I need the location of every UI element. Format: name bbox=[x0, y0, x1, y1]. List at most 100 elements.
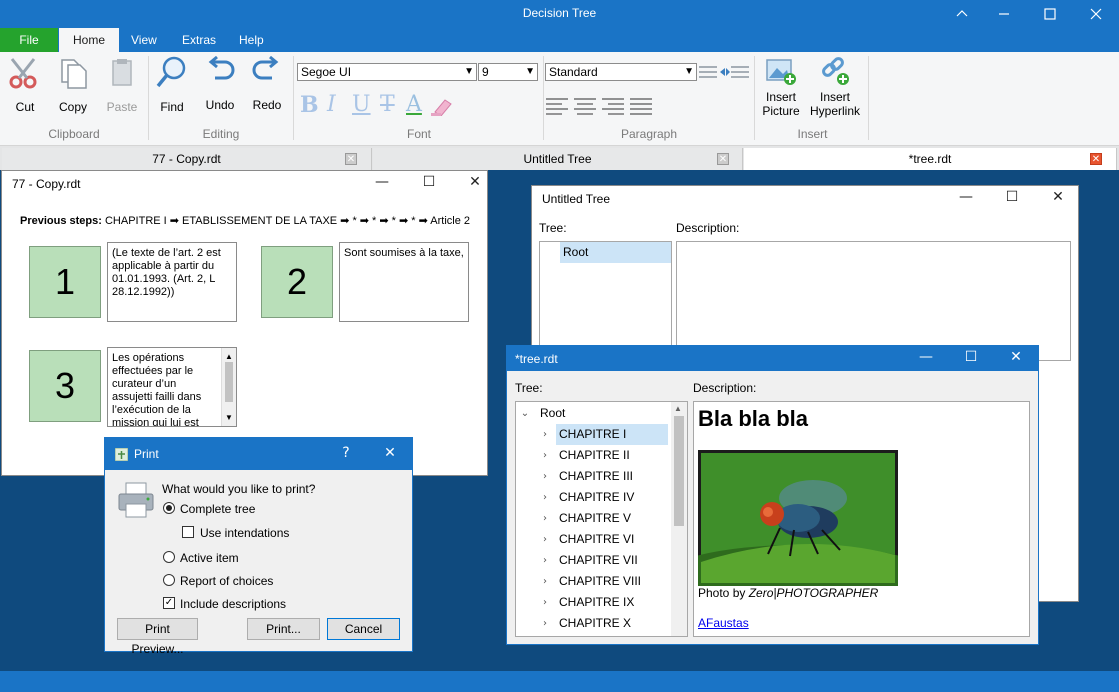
strikethrough-button[interactable]: T bbox=[380, 92, 395, 117]
paragraph-align-icons[interactable] bbox=[546, 96, 652, 116]
description-view[interactable]: Bla bla bla Photo by Zero|PHOTOGRAPHER A… bbox=[693, 401, 1030, 637]
highlighter-icon[interactable] bbox=[431, 96, 459, 116]
menu-file[interactable]: File bbox=[0, 28, 58, 52]
tree-view[interactable]: Root bbox=[539, 241, 672, 361]
chevron-down-icon[interactable]: ⌄ bbox=[519, 403, 531, 424]
tree-node-chapter[interactable]: › CHAPITRE VII bbox=[516, 550, 671, 571]
close-button[interactable]: ✕ bbox=[460, 174, 490, 190]
chevron-right-icon[interactable]: › bbox=[539, 571, 551, 592]
tree-node-label: CHAPITRE II bbox=[559, 448, 630, 462]
close-button[interactable]: ✕ bbox=[1001, 349, 1031, 365]
chevron-right-icon[interactable]: › bbox=[539, 508, 551, 529]
active-item-label[interactable]: Active item bbox=[180, 551, 239, 565]
menu-extras[interactable]: Extras bbox=[170, 28, 228, 52]
close-tab-icon[interactable]: ✕ bbox=[717, 153, 729, 165]
print-button[interactable]: Print... bbox=[247, 618, 320, 640]
radio-active-item[interactable] bbox=[163, 551, 175, 563]
scroll-thumb[interactable] bbox=[225, 362, 233, 402]
checkbox-include-descriptions[interactable]: ✓ bbox=[163, 597, 175, 609]
tree-node-root[interactable]: ⌄ Root bbox=[516, 403, 671, 424]
doc-tab-copy[interactable]: 77 - Copy.rdt ✕ bbox=[2, 148, 372, 170]
font-size-select[interactable]: 9 ▼ bbox=[478, 63, 538, 81]
copy-button[interactable]: Copy bbox=[52, 56, 94, 114]
choice-text-3[interactable]: Les opérations effectuées par le curateu… bbox=[107, 347, 237, 427]
list-indent-icon[interactable] bbox=[699, 64, 749, 80]
close-button[interactable]: ✕ bbox=[1043, 189, 1073, 205]
minimize-button[interactable]: — bbox=[911, 349, 941, 365]
find-button[interactable]: Find bbox=[153, 54, 191, 114]
tree-node-chapter[interactable]: › CHAPITRE III bbox=[516, 466, 671, 487]
font-family-select[interactable]: Segoe UI ▼ bbox=[297, 63, 477, 81]
redo-button[interactable]: Redo bbox=[248, 56, 286, 112]
tree-view[interactable]: ⌄ Root › CHAPITRE I › CHAPITRE II › CHAPITRE … bbox=[515, 401, 688, 637]
minimize-button[interactable]: — bbox=[951, 189, 981, 205]
choice-number-3[interactable]: 3 bbox=[29, 350, 101, 422]
tree-node-chapter[interactable]: › CHAPITRE IX bbox=[516, 592, 671, 613]
menu-help[interactable]: Help bbox=[227, 28, 276, 52]
close-button[interactable]: ✕ bbox=[375, 445, 405, 461]
scroll-down-icon[interactable]: ▼ bbox=[225, 411, 233, 424]
close-tab-icon[interactable]: ✕ bbox=[345, 153, 357, 165]
description-area[interactable] bbox=[676, 241, 1071, 361]
choice-number-1[interactable]: 1 bbox=[29, 246, 101, 318]
tree-node-chapter[interactable]: › CHAPITRE X bbox=[516, 613, 671, 634]
radio-complete-tree[interactable] bbox=[163, 502, 175, 514]
doc-tab-tree[interactable]: *tree.rdt ✕ bbox=[744, 148, 1117, 170]
tree-node-chapter[interactable]: › CHAPITRE V bbox=[516, 508, 671, 529]
chevron-right-icon[interactable]: › bbox=[539, 592, 551, 613]
checkbox-use-intendations[interactable] bbox=[182, 526, 194, 538]
tree-node-chapter[interactable]: › CHAPITRE I bbox=[516, 424, 671, 445]
tree-node-chapter[interactable]: › CHAPITRE IV bbox=[516, 487, 671, 508]
report-of-choices-label[interactable]: Report of choices bbox=[180, 574, 273, 588]
italic-button[interactable]: I bbox=[327, 92, 336, 117]
scroll-thumb[interactable] bbox=[674, 416, 684, 526]
menu-home[interactable]: Home bbox=[59, 28, 119, 52]
chevron-right-icon[interactable]: › bbox=[539, 487, 551, 508]
chevron-right-icon[interactable]: › bbox=[539, 424, 551, 445]
maximize-button[interactable]: ☐ bbox=[997, 189, 1027, 205]
insert-hyperlink-button[interactable]: Insert Hyperlink bbox=[806, 56, 864, 118]
doc-tab-untitled[interactable]: Untitled Tree ✕ bbox=[373, 148, 743, 170]
minimize-button[interactable]: — bbox=[367, 174, 397, 190]
radio-report-of-choices[interactable] bbox=[163, 574, 175, 586]
include-descriptions-label[interactable]: Include descriptions bbox=[180, 597, 286, 611]
cancel-button[interactable]: Cancel bbox=[327, 618, 400, 640]
help-button[interactable]: ? bbox=[331, 445, 361, 461]
cut-button[interactable]: Cut bbox=[6, 56, 44, 114]
chevron-right-icon[interactable]: › bbox=[539, 550, 551, 571]
minimize-button[interactable] bbox=[939, 0, 985, 28]
complete-tree-label[interactable]: Complete tree bbox=[180, 502, 255, 516]
close-button[interactable] bbox=[1073, 0, 1119, 28]
bold-button[interactable]: B bbox=[300, 92, 319, 118]
maximize-button[interactable]: ☐ bbox=[414, 174, 444, 190]
underline-button[interactable]: U bbox=[352, 92, 371, 117]
previous-steps-path[interactable]: CHAPITRE I ➡ ETABLISSEMENT DE LA TAXE ➡ … bbox=[105, 215, 470, 227]
chevron-right-icon[interactable]: › bbox=[539, 445, 551, 466]
chevron-right-icon[interactable]: › bbox=[539, 613, 551, 634]
print-preview-button[interactable]: Print Preview... bbox=[117, 618, 198, 656]
choice-number-2[interactable]: 2 bbox=[261, 246, 333, 318]
chevron-right-icon[interactable]: › bbox=[539, 466, 551, 487]
tree-node-root[interactable]: Root bbox=[540, 242, 671, 263]
menu-view[interactable]: View bbox=[119, 28, 169, 52]
use-intendations-label[interactable]: Use intendations bbox=[200, 526, 289, 540]
insert-picture-button[interactable]: Insert Picture bbox=[758, 56, 804, 118]
tree-node-chapter[interactable]: › CHAPITRE VIII bbox=[516, 571, 671, 592]
paste-button[interactable]: Paste bbox=[102, 56, 142, 114]
tree-node-chapter[interactable]: › CHAPITRE VI bbox=[516, 529, 671, 550]
maximize-button[interactable] bbox=[1027, 0, 1073, 28]
choice-text-1[interactable]: (Le texte de l’art. 2 est applicable à p… bbox=[107, 242, 237, 322]
undo-button[interactable]: Undo bbox=[201, 56, 239, 112]
restore-button[interactable] bbox=[981, 0, 1027, 28]
author-link[interactable]: AFaustas bbox=[698, 616, 749, 630]
scrollbar[interactable]: ▲ ▼ bbox=[221, 348, 236, 426]
text-color-button[interactable]: A bbox=[406, 92, 422, 117]
maximize-button[interactable]: ☐ bbox=[956, 349, 986, 365]
tree-node-chapter[interactable]: › CHAPITRE II bbox=[516, 445, 671, 466]
tree-scrollbar[interactable]: ▲ bbox=[671, 402, 687, 636]
scroll-up-icon[interactable]: ▲ bbox=[674, 404, 682, 413]
paragraph-style-select[interactable]: Standard ▼ bbox=[545, 63, 697, 81]
choice-text-2[interactable]: Sont soumises à la taxe, bbox=[339, 242, 469, 322]
close-tab-icon[interactable]: ✕ bbox=[1090, 153, 1102, 165]
chevron-right-icon[interactable]: › bbox=[539, 529, 551, 550]
